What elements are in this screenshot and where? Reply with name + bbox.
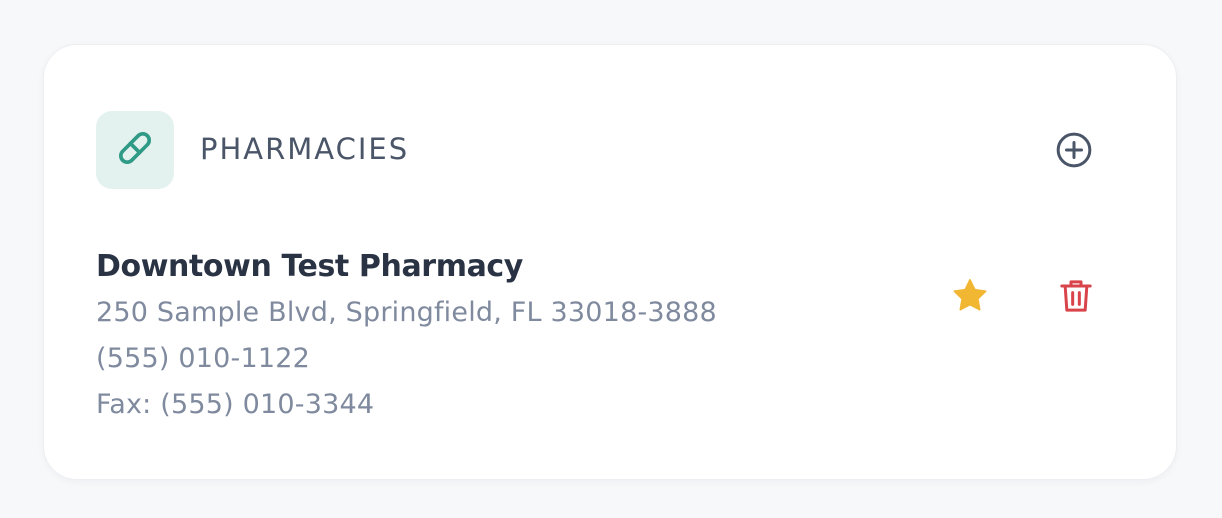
- pharmacies-card: PHARMACIES Downtown Test Pharmacy 250 Sa…: [43, 44, 1177, 480]
- pharmacy-name: Downtown Test Pharmacy: [96, 249, 523, 284]
- trash-icon: [1056, 276, 1096, 320]
- favorite-pharmacy-button[interactable]: [946, 274, 994, 322]
- star-icon: [949, 275, 991, 321]
- pharmacy-address: 250 Sample Blvd, Springfield, FL 33018-3…: [96, 297, 717, 328]
- pill-icon: [113, 126, 157, 174]
- add-pharmacy-button[interactable]: [1052, 130, 1096, 174]
- plus-circle-icon: [1054, 130, 1094, 174]
- pharmacy-fax: Fax: (555) 010-3344: [96, 389, 375, 420]
- delete-pharmacy-button[interactable]: [1052, 274, 1100, 322]
- pharmacy-phone: (555) 010-1122: [96, 343, 310, 374]
- section-title: PHARMACIES: [200, 132, 410, 166]
- pharmacy-icon-badge: [96, 111, 174, 189]
